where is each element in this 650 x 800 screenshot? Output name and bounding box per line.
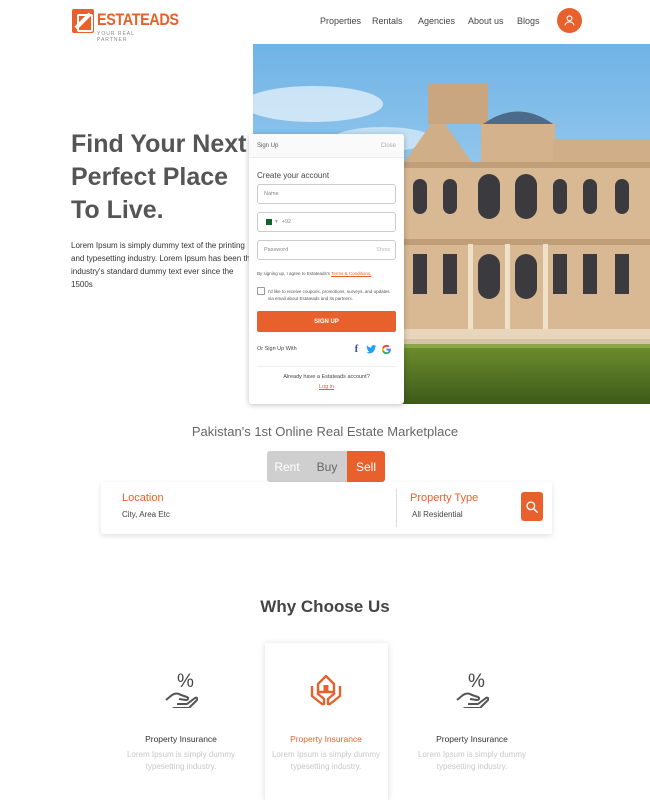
signup-modal-header: Sign Up Close bbox=[249, 134, 404, 158]
nav-rentals[interactable]: Rentals bbox=[372, 16, 403, 26]
tab-rent[interactable]: Rent bbox=[267, 451, 307, 482]
phone-field[interactable]: ▾ +92 bbox=[257, 212, 396, 232]
divider bbox=[257, 366, 396, 367]
nav-agencies[interactable]: Agencies bbox=[418, 16, 455, 26]
search-divider bbox=[396, 489, 397, 527]
percent-hand-icon: % bbox=[407, 670, 537, 710]
promo-checkbox[interactable] bbox=[257, 287, 265, 295]
hero-description: Lorem Ipsum is simply dummy text of the … bbox=[71, 241, 255, 289]
search-icon bbox=[526, 500, 539, 513]
user-icon bbox=[564, 15, 575, 26]
twitter-icon[interactable] bbox=[366, 343, 377, 355]
location-input[interactable]: City, Area Etc bbox=[122, 510, 170, 519]
close-button[interactable]: Close bbox=[381, 143, 396, 149]
terms-text: By signing up, I agree to Estateads's Te… bbox=[257, 271, 371, 276]
already-account-text: Already have a Estateads account? bbox=[283, 374, 370, 380]
feature-description: Lorem Ipsum is simply dummy typesetting … bbox=[417, 750, 527, 771]
svg-text:%: % bbox=[468, 671, 485, 692]
phone-code: +92 bbox=[281, 219, 292, 225]
show-password-button[interactable]: Show bbox=[376, 247, 390, 253]
nav-blogs[interactable]: Blogs bbox=[517, 16, 540, 26]
brand-tagline: YOUR REAL PARTNER bbox=[97, 31, 135, 43]
feature-title: Property Insurance bbox=[436, 734, 508, 744]
search-button[interactable] bbox=[521, 492, 543, 521]
password-placeholder: Password bbox=[264, 247, 289, 253]
feature-description: Lorem Ipsum is simply dummy typesetting … bbox=[126, 750, 236, 771]
feature-item: Property Insurance Lorem Ipsum is simply… bbox=[261, 670, 391, 773]
signup-heading: Create your account bbox=[257, 171, 330, 180]
social-signup-label: Or Sign Up With bbox=[257, 346, 297, 352]
nav-properties[interactable]: Properties bbox=[320, 16, 361, 26]
name-field[interactable]: Name bbox=[257, 184, 396, 204]
feature-item: % Property Insurance Lorem Ipsum is simp… bbox=[407, 670, 537, 773]
user-account-button[interactable] bbox=[557, 8, 582, 33]
facebook-icon[interactable]: f bbox=[351, 343, 362, 355]
feature-item: % Property Insurance Lorem Ipsum is simp… bbox=[116, 670, 246, 773]
chevron-down-icon[interactable]: ▾ bbox=[275, 219, 278, 225]
nav-about-us[interactable]: About us bbox=[468, 16, 504, 26]
feature-description: Lorem Ipsum is simply dummy typesetting … bbox=[271, 750, 381, 771]
feature-title: Property Insurance bbox=[290, 734, 362, 744]
tab-buy[interactable]: Buy bbox=[307, 451, 347, 482]
house-hands-icon bbox=[261, 670, 391, 710]
terms-link[interactable]: Terms & Conditions. bbox=[331, 271, 371, 276]
property-search-bar: Location City, Area Etc Property Type Al… bbox=[101, 482, 552, 534]
google-icon[interactable] bbox=[381, 343, 392, 355]
signup-tab[interactable]: Sign Up bbox=[257, 143, 278, 149]
tab-sell[interactable]: Sell bbox=[347, 451, 385, 482]
svg-text:%: % bbox=[177, 671, 194, 692]
pakistan-flag-icon[interactable] bbox=[264, 219, 272, 225]
site-header: ESTATEADS YOUR REAL PARTNER Properties R… bbox=[0, 0, 650, 44]
signup-button[interactable]: SIGN UP bbox=[257, 311, 396, 332]
terms-prefix: By signing up, I agree to Estateads's bbox=[257, 271, 330, 276]
hero-title: Find Your Next Perfect Place To Live. bbox=[71, 130, 247, 224]
password-field[interactable]: Password Show bbox=[257, 240, 396, 260]
main-nav: Properties Rentals Agencies About us Blo… bbox=[0, 16, 650, 30]
promo-text: I'd like to receive coupons, promotions,… bbox=[268, 289, 390, 301]
why-choose-title: Why Choose Us bbox=[260, 597, 390, 616]
market-tagline: Pakistan's 1st Online Real Estate Market… bbox=[191, 424, 459, 439]
percent-hand-icon: % bbox=[116, 670, 246, 710]
property-type-select[interactable]: All Residential bbox=[412, 510, 463, 519]
signup-modal: Sign Up Close Create your account Name ▾… bbox=[249, 134, 404, 404]
location-label: Location bbox=[122, 492, 164, 504]
feature-title: Property Insurance bbox=[145, 734, 217, 744]
login-link[interactable]: Log in bbox=[249, 384, 404, 390]
name-placeholder: Name bbox=[264, 191, 279, 197]
property-type-label: Property Type bbox=[410, 492, 479, 504]
